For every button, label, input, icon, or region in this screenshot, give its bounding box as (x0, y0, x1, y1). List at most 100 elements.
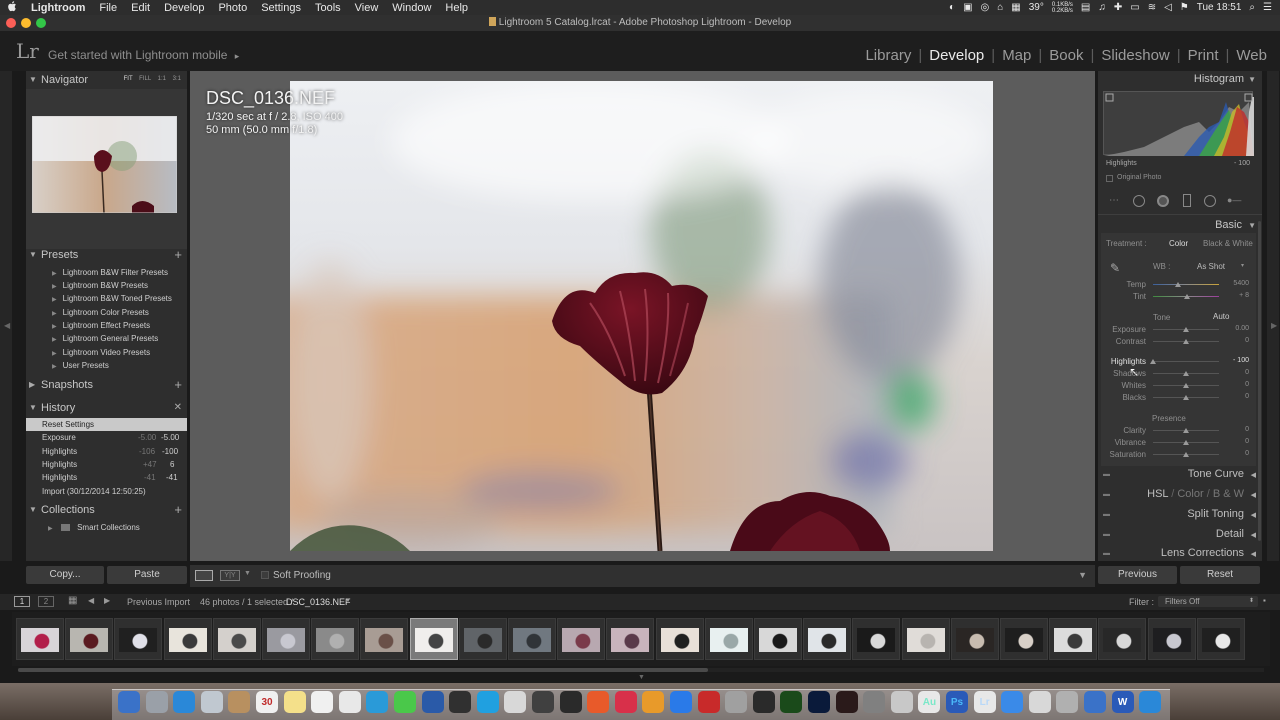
radial-filter-icon[interactable] (1204, 195, 1216, 207)
slider-value[interactable]: 0 (1225, 393, 1249, 400)
dock-app-icon[interactable] (118, 691, 140, 713)
slider-value[interactable]: 5400 (1225, 280, 1249, 287)
filmstrip-thumbnail[interactable] (950, 618, 999, 660)
filmstrip-thumbnail[interactable] (16, 618, 64, 660)
status-icon-3[interactable]: ◎ (981, 2, 990, 13)
menu-help[interactable]: Help (438, 2, 475, 14)
navigator-preview[interactable] (26, 89, 187, 249)
preset-folder[interactable]: ▶ Lightroom B&W Toned Presets (52, 294, 172, 303)
split-toning-section[interactable]: ▬ Split Toning ◀ (1098, 507, 1262, 525)
zoom-3-1[interactable]: 3:1 (173, 76, 181, 82)
dock-app-icon[interactable] (173, 691, 196, 713)
dock-app-icon[interactable]: 30 (256, 691, 278, 713)
crop-tool-icon[interactable]: ⋯ (1109, 195, 1119, 206)
dock-app-icon[interactable]: Au (918, 691, 941, 713)
dock-app-icon[interactable] (366, 691, 389, 713)
status-icon-2[interactable]: ▣ (963, 2, 972, 13)
notification-center-icon[interactable]: ☰ (1263, 2, 1272, 13)
right-panel-toggle[interactable]: ▶ (1267, 71, 1279, 561)
red-eye-icon[interactable] (1157, 195, 1169, 207)
dock-app-icon[interactable]: Lr (973, 691, 996, 713)
adjustment-brush-icon[interactable]: ●— (1227, 195, 1251, 207)
dock-app-icon[interactable] (614, 691, 637, 713)
dock-app-icon[interactable] (532, 691, 554, 713)
filter-select[interactable]: Filters Off ⬍ (1158, 596, 1258, 607)
grid-view-icon[interactable]: ▦ (68, 595, 77, 606)
menu-photo[interactable]: Photo (211, 2, 254, 14)
dock-app-icon[interactable] (1056, 691, 1079, 713)
filmstrip-thumbnail[interactable] (655, 618, 704, 660)
history-step[interactable]: Reset Settings (26, 418, 187, 431)
slider-thumb[interactable] (1175, 282, 1182, 287)
dock-app-icon[interactable] (145, 691, 168, 713)
menu-view[interactable]: View (348, 2, 386, 14)
detail-section[interactable]: ▬ Detail ◀ (1098, 527, 1262, 545)
volume-icon[interactable]: ◁ (1164, 2, 1172, 13)
dock-app-icon[interactable] (587, 691, 610, 713)
treatment-color[interactable]: Color (1169, 239, 1188, 248)
slider-thumb[interactable] (1183, 440, 1189, 445)
zoom-fill[interactable]: FILL (139, 76, 151, 82)
dock-app-icon[interactable] (780, 691, 803, 713)
filmstrip-thumbnail[interactable] (606, 618, 655, 660)
before-after-view-icon[interactable]: Y|Y (220, 570, 240, 581)
menu-lightroom[interactable]: Lightroom (24, 2, 92, 14)
filmstrip-thumbnail[interactable] (1098, 618, 1147, 660)
clock[interactable]: Tue 18:51 (1197, 2, 1242, 13)
clear-history-icon[interactable]: ✕ (174, 402, 182, 413)
lightroom-mobile-link[interactable]: Get started with Lightroom mobile ▸ (48, 48, 239, 62)
filmstrip-thumbnail[interactable] (114, 618, 163, 660)
view-options-arrow-icon[interactable]: ▼ (244, 570, 251, 577)
filmstrip-source[interactable]: Previous Import (127, 597, 190, 607)
dock-app-icon[interactable] (1028, 691, 1051, 713)
history-step[interactable]: Exposure -5.00 -5.00 (26, 431, 187, 444)
slider-value[interactable]: 0 (1225, 426, 1249, 433)
filmstrip-thumbnail[interactable] (803, 618, 852, 660)
navigator-header[interactable]: ▼ Navigator FIT FILL 1:1 3:1 (26, 73, 187, 89)
filmstrip-thumbnail[interactable] (212, 618, 261, 660)
module-map[interactable]: Map (997, 47, 1036, 64)
collapse-triangle-icon[interactable]: ▼ (1248, 221, 1256, 230)
menu-file[interactable]: File (92, 2, 124, 14)
filmstrip-thumbnail[interactable] (1196, 618, 1245, 660)
dock-app-icon[interactable] (200, 691, 223, 713)
slider-value[interactable]: 0 (1225, 450, 1249, 457)
filename-dropdown-icon[interactable]: ▼ (345, 598, 351, 604)
dock-app-icon[interactable] (311, 691, 334, 713)
slider-thumb[interactable] (1183, 383, 1189, 388)
filmstrip-thumbnail[interactable] (311, 618, 360, 660)
filmstrip[interactable] (12, 612, 1270, 666)
close-window-button[interactable] (6, 18, 16, 28)
reset-button[interactable]: Reset (1180, 566, 1260, 584)
menu-window[interactable]: Window (385, 2, 438, 14)
spot-removal-icon[interactable] (1133, 195, 1145, 207)
dock-app-icon[interactable] (504, 691, 527, 713)
apple-icon[interactable] (0, 0, 24, 15)
status-icon-8[interactable]: ✚ (1114, 2, 1122, 13)
snapshots-header[interactable]: ▶ Snapshots + (26, 377, 187, 394)
preset-folder[interactable]: ▶ User Presets (52, 361, 109, 370)
right-panel-scrollbar[interactable] (1258, 221, 1261, 541)
status-icon-4[interactable]: ⌂ (997, 2, 1003, 13)
slider-value[interactable]: + 8 (1225, 292, 1249, 299)
zoom-window-button[interactable] (36, 18, 46, 28)
filmstrip-thumbnail[interactable] (1147, 618, 1196, 660)
loupe-view-icon[interactable] (195, 570, 213, 581)
module-book[interactable]: Book (1044, 47, 1088, 64)
filmstrip-thumbnail[interactable] (901, 618, 950, 660)
filmstrip-thumbnail[interactable] (852, 618, 901, 660)
temperature[interactable]: 39° (1029, 2, 1044, 13)
dock-app-icon[interactable] (394, 691, 416, 713)
hsl-section[interactable]: ▬ HSL / Color / B & W ◀ (1098, 487, 1262, 505)
section-switch-icon[interactable]: ▬ (1103, 471, 1110, 478)
status-icon-1[interactable]: ◐ (949, 2, 955, 13)
slider-value[interactable]: 0 (1225, 337, 1249, 344)
zoom-1-1[interactable]: 1:1 (158, 76, 166, 82)
menu-tools[interactable]: Tools (308, 2, 348, 14)
dock-app-icon[interactable] (476, 691, 499, 713)
filmstrip-thumbnail[interactable] (557, 618, 606, 660)
menu-settings[interactable]: Settings (254, 2, 308, 14)
filmstrip-thumbnail[interactable] (262, 618, 310, 660)
auto-tone-button[interactable]: Auto (1213, 312, 1229, 321)
preset-folder[interactable]: ▶ Lightroom B&W Presets (52, 281, 148, 290)
